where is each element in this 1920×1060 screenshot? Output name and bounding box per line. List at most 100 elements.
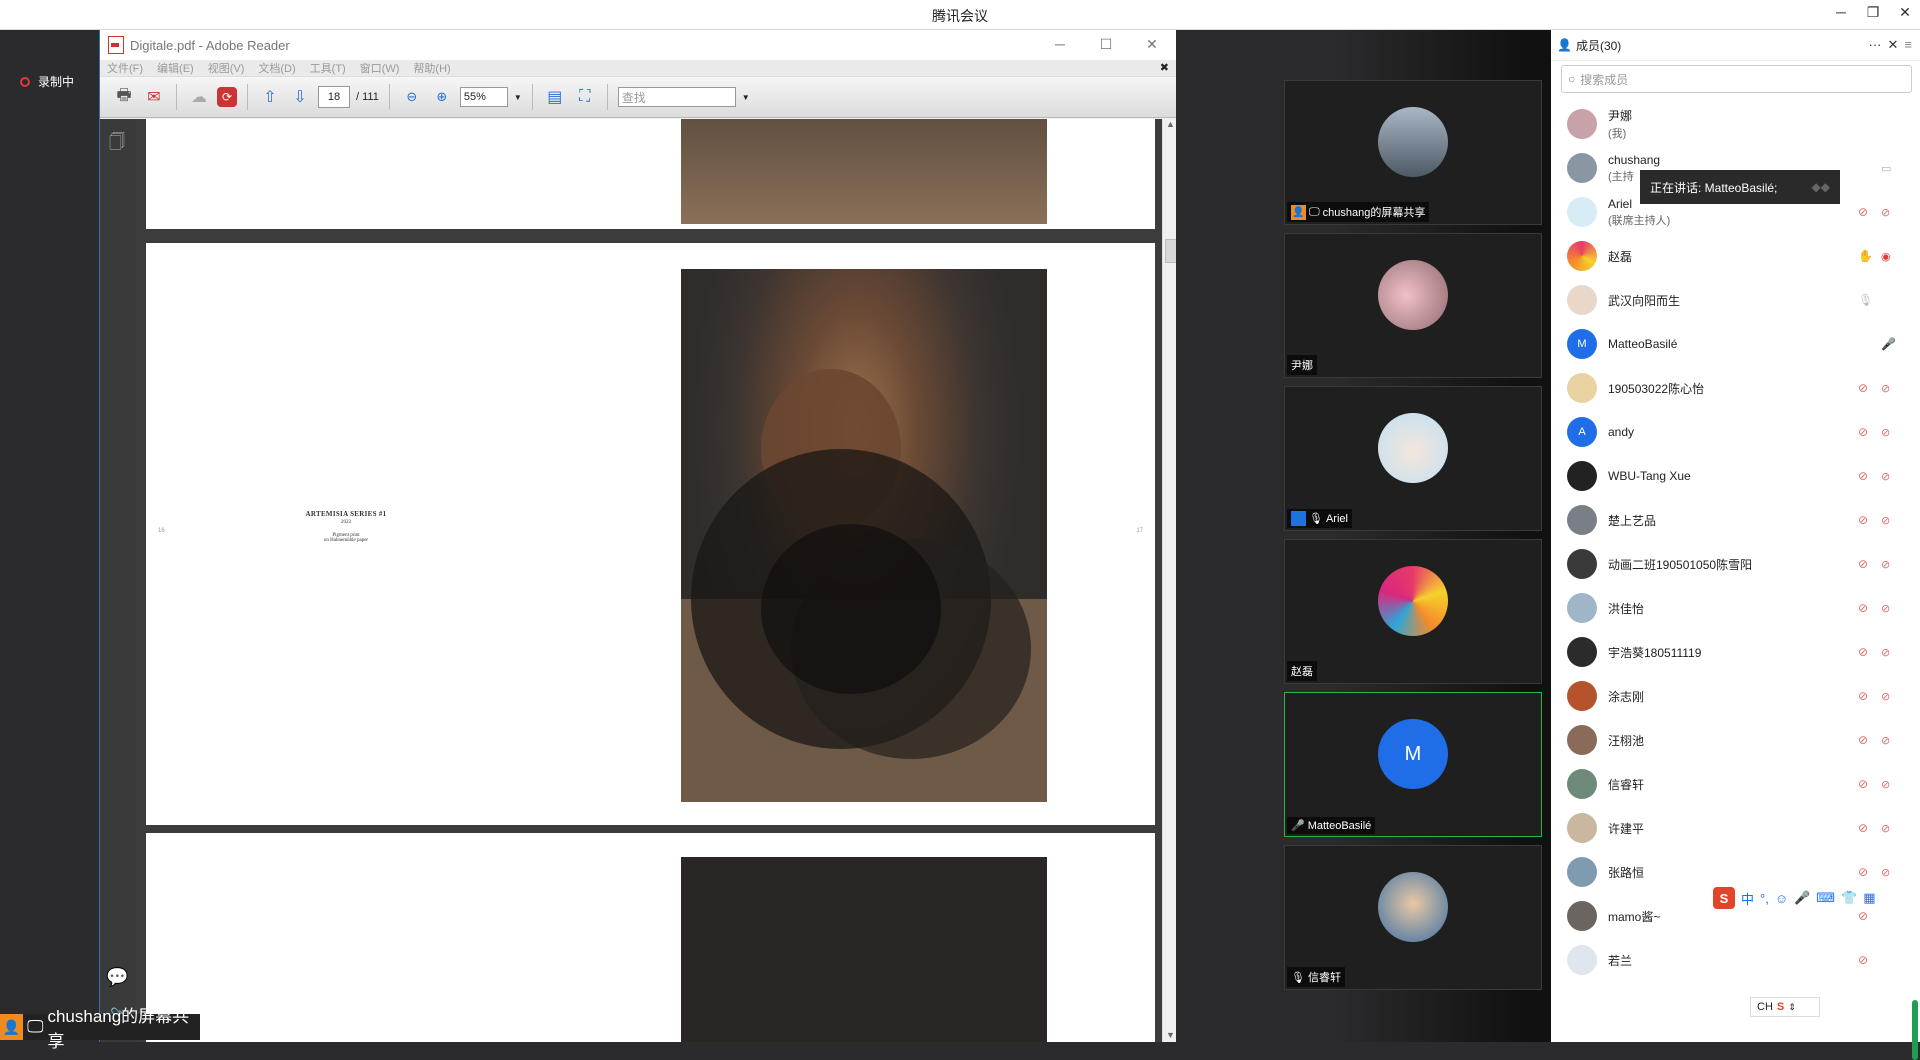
- fit-width-icon[interactable]: ⛶: [573, 85, 597, 109]
- ime-status-bar[interactable]: CH S ⇕: [1750, 997, 1820, 1017]
- mic-muted-icon[interactable]: ⊘: [1858, 821, 1868, 835]
- video-tile[interactable]: 👤 🖵 chushang的屏幕共享: [1284, 80, 1542, 225]
- zoom-dropdown-icon[interactable]: ▼: [514, 93, 522, 102]
- member-search[interactable]: ○ 搜索成员: [1561, 65, 1912, 93]
- mic-muted-icon[interactable]: ⊘: [1858, 953, 1868, 967]
- member-row[interactable]: 洪佳怡 ⊘ ⊘: [1551, 586, 1901, 630]
- ime-language[interactable]: 中: [1741, 889, 1754, 908]
- member-row[interactable]: 赵磊 ✋ ◉: [1551, 234, 1901, 278]
- camera-off-icon[interactable]: ⊘: [1881, 382, 1895, 395]
- email-icon[interactable]: ✉: [142, 85, 166, 109]
- camera-off-icon[interactable]: ⊘: [1881, 470, 1895, 483]
- voice-input-icon[interactable]: 🎤: [1794, 890, 1810, 906]
- camera-off-icon[interactable]: ⊘: [1881, 602, 1895, 615]
- keyboard-icon[interactable]: ⌨: [1816, 890, 1835, 906]
- skin-icon[interactable]: 👕: [1841, 890, 1857, 906]
- member-row[interactable]: 宇浩葵180511119 ⊘ ⊘: [1551, 630, 1901, 674]
- mic-muted-icon[interactable]: ⊘: [1858, 425, 1868, 439]
- print-icon[interactable]: 🖶: [112, 85, 136, 109]
- reader-close-icon[interactable]: ✕: [1137, 36, 1167, 53]
- camera-off-icon[interactable]: ⊘: [1881, 558, 1895, 571]
- recording-indicator[interactable]: 录制中: [20, 73, 74, 90]
- video-tile[interactable]: 尹娜: [1284, 233, 1542, 378]
- member-row[interactable]: 尹娜 (我): [1551, 102, 1901, 146]
- member-row[interactable]: 信睿轩 ⊘ ⊘: [1551, 762, 1901, 806]
- find-input[interactable]: 查找: [617, 87, 736, 107]
- mic-muted-icon[interactable]: ⊘: [1858, 689, 1868, 703]
- member-list-scrollbar[interactable]: [1912, 1000, 1918, 1060]
- scroll-down-icon[interactable]: ▼: [1166, 1030, 1175, 1040]
- menu-view[interactable]: 视图(V): [208, 60, 245, 76]
- emoji-icon[interactable]: ☺: [1775, 891, 1788, 906]
- ime-switch-icon[interactable]: ⇕: [1788, 1002, 1796, 1013]
- scroll-up-icon[interactable]: ▲: [1166, 119, 1175, 129]
- sogou-ime-icon[interactable]: S: [1713, 887, 1735, 909]
- member-row[interactable]: Aandy ⊘ ⊘: [1551, 410, 1901, 454]
- mic-muted-icon[interactable]: ⊘: [1858, 469, 1868, 483]
- punctuation-icon[interactable]: °,: [1760, 891, 1769, 906]
- restore-icon[interactable]: ❐: [1862, 4, 1884, 21]
- page-number-input[interactable]: 18: [318, 86, 350, 108]
- video-tile[interactable]: 👤 🎙 Ariel: [1284, 386, 1542, 531]
- mic-muted-icon[interactable]: ⊘: [1858, 601, 1868, 615]
- video-tile[interactable]: 🎙 信睿轩: [1284, 845, 1542, 990]
- menu-document[interactable]: 文档(D): [258, 60, 295, 76]
- fit-page-icon[interactable]: ▤: [543, 85, 567, 109]
- member-row[interactable]: 汪栩池 ⊘ ⊘: [1551, 718, 1901, 762]
- zoom-in-icon[interactable]: ⊕: [430, 85, 454, 109]
- ime-toolbar[interactable]: S 中 °, ☺ 🎤 ⌨ 👕 ▦: [1713, 883, 1920, 913]
- comments-panel-icon[interactable]: 💬: [106, 967, 128, 988]
- document-view[interactable]: 16 17 ARTEMISIA SERIES #1 2022 Pigment p…: [136, 119, 1163, 1042]
- camera-off-icon[interactable]: ⊘: [1881, 690, 1895, 703]
- mic-muted-icon[interactable]: ⊘: [1858, 865, 1868, 879]
- camera-off-icon[interactable]: ⊘: [1881, 206, 1895, 219]
- mic-muted-icon[interactable]: ⊘: [1858, 557, 1868, 571]
- video-tile[interactable]: 赵磊: [1284, 539, 1542, 684]
- ime-menu-icon[interactable]: ▦: [1863, 890, 1875, 906]
- pages-panel-icon[interactable]: 🗍: [109, 131, 125, 158]
- member-row[interactable]: 若兰 ⊘: [1551, 938, 1901, 982]
- menu-tools[interactable]: 工具(T): [310, 60, 346, 76]
- minimize-icon[interactable]: ─: [1830, 4, 1852, 20]
- comment-icon[interactable]: ☁: [187, 85, 211, 109]
- reader-minimize-icon[interactable]: ─: [1045, 36, 1075, 52]
- camera-off-icon[interactable]: ⊘: [1881, 734, 1895, 747]
- member-row[interactable]: 涂志刚 ⊘ ⊘: [1551, 674, 1901, 718]
- mic-muted-icon[interactable]: ⊘: [1858, 381, 1868, 395]
- camera-off-icon[interactable]: ⊘: [1881, 514, 1895, 527]
- video-tile-active-speaker[interactable]: M 🎤 MatteoBasilé: [1284, 692, 1542, 837]
- member-row[interactable]: 190503022陈心怡 ⊘ ⊘: [1551, 366, 1901, 410]
- mic-muted-icon[interactable]: ⊘: [1858, 777, 1868, 791]
- menu-close-icon[interactable]: ✖: [1160, 61, 1169, 74]
- menu-help[interactable]: 帮助(H): [413, 60, 450, 76]
- mic-muted-icon[interactable]: ⊘: [1858, 645, 1868, 659]
- mic-muted-icon[interactable]: ⊘: [1858, 733, 1868, 747]
- member-row[interactable]: M MatteoBasilé 🎤: [1551, 322, 1901, 366]
- camera-off-icon[interactable]: ⊘: [1881, 866, 1895, 879]
- menu-file[interactable]: 文件(F): [107, 60, 143, 76]
- panel-menu-icon[interactable]: ≡: [1904, 37, 1912, 53]
- screen-share-badge[interactable]: 👤 🖵 chushang的屏幕共享: [0, 1007, 200, 1051]
- reader-maximize-icon[interactable]: ☐: [1091, 36, 1121, 53]
- menu-window[interactable]: 窗口(W): [360, 60, 400, 76]
- member-row[interactable]: 武汉向阳而生 🎙: [1551, 278, 1901, 322]
- mic-icon[interactable]: 🎙: [1858, 293, 1873, 307]
- find-dropdown-icon[interactable]: ▼: [742, 93, 750, 102]
- search-input[interactable]: 搜索成员: [1580, 71, 1628, 88]
- prev-page-icon[interactable]: ⇧: [258, 85, 282, 109]
- member-row[interactable]: WBU-Tang Xue ⊘ ⊘: [1551, 454, 1901, 498]
- menu-edit[interactable]: 编辑(E): [157, 60, 194, 76]
- member-row[interactable]: 动画二班190501050陈雪阳 ⊘ ⊘: [1551, 542, 1901, 586]
- next-page-icon[interactable]: ⇩: [288, 85, 312, 109]
- mic-muted-icon[interactable]: ⊘: [1858, 205, 1868, 219]
- mic-speaking-icon[interactable]: 🎤: [1881, 337, 1896, 351]
- camera-off-icon[interactable]: ⊘: [1881, 646, 1895, 659]
- member-row[interactable]: 许建平 ⊘ ⊘: [1551, 806, 1901, 850]
- camera-off-icon[interactable]: ⊘: [1881, 426, 1895, 439]
- mic-muted-icon[interactable]: ⊘: [1858, 513, 1868, 527]
- zoom-select[interactable]: 55%: [459, 87, 508, 107]
- share-icon[interactable]: ⟳: [217, 87, 237, 107]
- close-icon[interactable]: ✕: [1894, 4, 1916, 21]
- reader-scrollbar[interactable]: ▲ ▼: [1162, 119, 1177, 1042]
- panel-close-icon[interactable]: ✕: [1888, 37, 1899, 53]
